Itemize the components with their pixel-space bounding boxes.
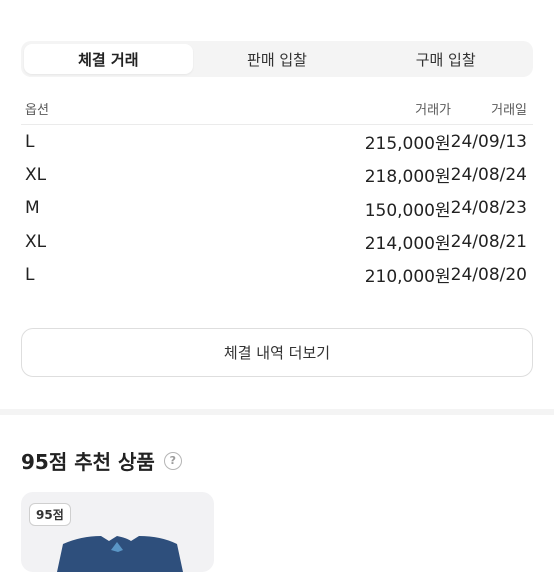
trade-table: 옵션 거래가 거래일 L 215,000원 24/09/13 XL 218,00… xyxy=(21,92,533,291)
row-date: 24/08/21 xyxy=(450,231,527,252)
row-price: 215,000원 xyxy=(364,134,451,155)
view-more-trades-button[interactable]: 체결 내역 더보기 xyxy=(21,328,533,377)
row-price: 150,000원 xyxy=(364,200,451,221)
row-date: 24/08/20 xyxy=(450,264,527,285)
recommend-section-header: 95점 추천 상품 ? xyxy=(21,446,182,475)
table-row: XL 218,000원 24/08/24 xyxy=(21,158,533,191)
tab-sell-bids[interactable]: 판매 입찰 xyxy=(193,44,362,74)
row-date: 24/08/24 xyxy=(450,164,527,185)
row-price: 218,000원 xyxy=(364,167,451,188)
help-icon[interactable]: ? xyxy=(163,451,182,470)
sweatshirt-shape xyxy=(57,536,183,572)
score-badge: 95점 xyxy=(29,503,71,526)
row-option: XL xyxy=(25,164,47,185)
table-row: XL 214,000원 24/08/21 xyxy=(21,225,533,258)
recommend-title: 95점 추천 상품 xyxy=(21,450,155,474)
table-row: M 150,000원 24/08/23 xyxy=(21,192,533,225)
row-option: L xyxy=(25,264,35,285)
table-header: 옵션 거래가 거래일 xyxy=(21,92,533,125)
section-divider xyxy=(0,409,554,415)
table-row: L 215,000원 24/09/13 xyxy=(21,125,533,158)
tab-buy-bids[interactable]: 구매 입찰 xyxy=(361,44,530,74)
tab-completed-trades[interactable]: 체결 거래 xyxy=(24,44,193,74)
row-option: L xyxy=(25,131,35,152)
row-option: XL xyxy=(25,231,47,252)
header-option: 옵션 xyxy=(25,102,49,118)
row-price: 210,000원 xyxy=(364,267,451,288)
trade-tabs: 체결 거래 판매 입찰 구매 입찰 xyxy=(21,41,533,77)
row-date: 24/09/13 xyxy=(450,131,527,152)
row-date: 24/08/23 xyxy=(450,198,527,219)
row-price: 214,000원 xyxy=(364,234,451,255)
table-row: L 210,000원 24/08/20 xyxy=(21,258,533,291)
header-price: 거래가 xyxy=(415,102,451,118)
recommended-product-card[interactable]: 95점 xyxy=(21,492,214,572)
header-date: 거래일 xyxy=(491,102,527,118)
row-option: M xyxy=(25,198,40,219)
